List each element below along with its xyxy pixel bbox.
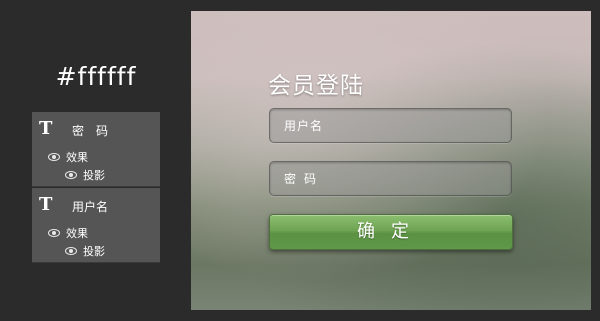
shadow-label: 投影 [83,245,105,258]
color-hex-label: #ffffff [55,62,137,91]
login-title: 会员登陆 [268,73,364,99]
text-layer-icon: T [39,118,53,139]
text-layer-icon: T [39,194,53,215]
effects-label: 效果 [66,227,88,240]
eye-icon[interactable] [48,153,60,161]
password-field[interactable]: 密码 [269,161,512,196]
effects-row[interactable]: 效果 [48,150,88,166]
layer-header[interactable]: T 密 码 [32,112,160,146]
effects-label: 效果 [66,151,88,164]
effects-row[interactable]: 效果 [48,226,88,242]
layer-password[interactable]: T 密 码 效果 投影 [32,112,160,187]
drop-shadow-row[interactable]: 投影 [65,244,105,260]
login-canvas: 会员登陆 用户名 密码 确定 [191,11,591,310]
username-field[interactable]: 用户名 [269,108,512,143]
password-placeholder: 密码 [284,172,325,186]
shadow-label: 投影 [83,169,105,182]
drop-shadow-row[interactable]: 投影 [65,168,105,184]
layer-name: 密 码 [72,124,109,138]
layer-name: 用户名 [72,200,109,214]
layers-panel: #ffffff T 密 码 效果 投影 T 用户名 效果 投影 [0,0,190,321]
confirm-button[interactable]: 确定 [269,214,513,250]
layer-username[interactable]: T 用户名 效果 投影 [32,188,160,263]
eye-icon[interactable] [65,171,77,179]
layer-header[interactable]: T 用户名 [32,188,160,222]
eye-icon[interactable] [48,229,60,237]
eye-icon[interactable] [65,247,77,255]
username-placeholder: 用户名 [284,119,324,133]
